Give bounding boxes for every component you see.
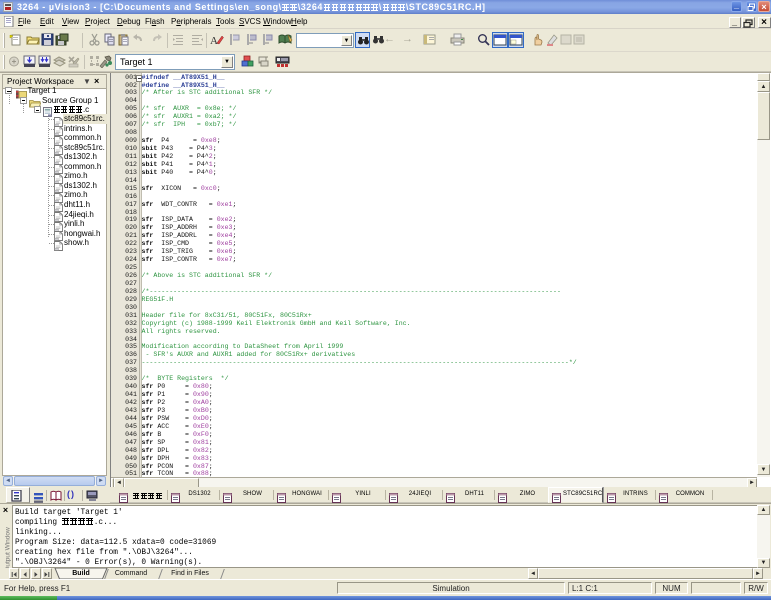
svg-text:A: A — [210, 35, 218, 46]
